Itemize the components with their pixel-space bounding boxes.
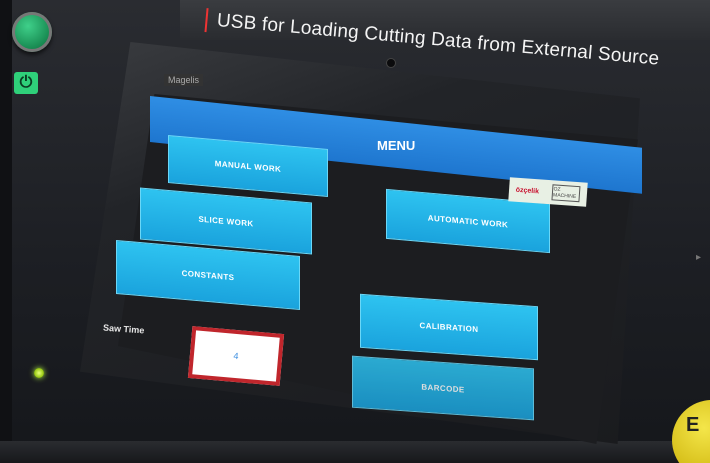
- hmi-panel-photo: ⏻ USB for Loading Cutting Data from Exte…: [0, 0, 710, 463]
- saw-time-value: 4: [233, 350, 239, 362]
- machine-left-edge: [0, 0, 12, 463]
- power-icon: ⏻: [14, 72, 38, 94]
- oz-machine-logo: OZ MACHINE: [551, 184, 581, 203]
- saw-time-input[interactable]: 4: [187, 326, 285, 386]
- emergency-stop-button[interactable]: E: [672, 400, 710, 463]
- menu-title: MENU: [376, 137, 416, 153]
- camera-icon: [386, 58, 396, 68]
- side-arrow-icon: ▸: [696, 252, 702, 263]
- ozcelik-logo-text: özçelik: [515, 186, 540, 195]
- emergency-label: E: [686, 414, 700, 436]
- green-start-button[interactable]: [12, 12, 52, 52]
- machine-bottom-strip: [0, 441, 710, 463]
- status-led-icon: [34, 368, 44, 378]
- oz-machine-logo-text: OZ MACHINE: [552, 186, 577, 200]
- hmi-brand-label: Magelis: [164, 74, 204, 86]
